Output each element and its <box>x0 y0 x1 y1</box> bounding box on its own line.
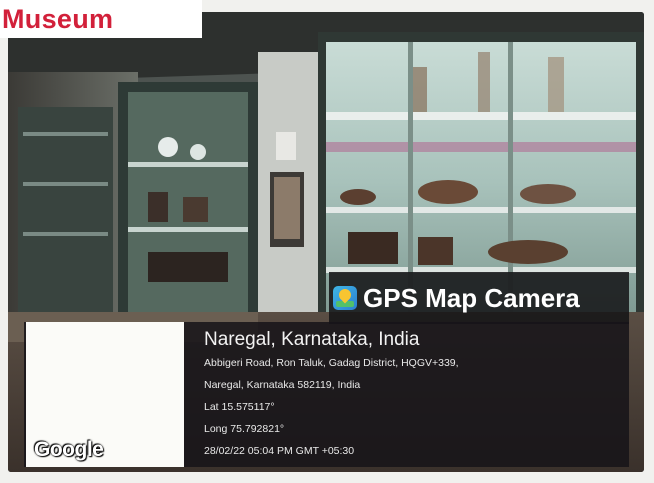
location-details: Naregal, Karnataka, India Abbigeri Road,… <box>204 328 624 462</box>
image-frame: Museum GPS Map Camera Google Naregal, Ka… <box>0 0 654 483</box>
location-title: Naregal, Karnataka, India <box>204 329 420 350</box>
latitude: Lat 15.575117° <box>204 401 275 413</box>
datetime: 28/02/22 05:04 PM GMT +05:30 <box>204 445 355 457</box>
gps-map-camera-app-icon <box>333 286 357 310</box>
museum-caption: Museum <box>0 0 202 38</box>
address-line-1: Abbigeri Road, Ron Taluk, Gadag District… <box>204 357 459 369</box>
gps-map-camera-banner: GPS Map Camera <box>329 272 629 324</box>
google-logo: Google <box>34 438 104 461</box>
location-info-panel: Google Naregal, Karnataka, India Abbiger… <box>24 322 629 467</box>
longitude: Long 75.792821° <box>204 423 285 435</box>
map-thumbnail: Google <box>26 322 184 467</box>
app-name: GPS Map Camera <box>363 282 580 313</box>
address-line-2: Naregal, Karnataka 582119, India <box>204 379 361 391</box>
